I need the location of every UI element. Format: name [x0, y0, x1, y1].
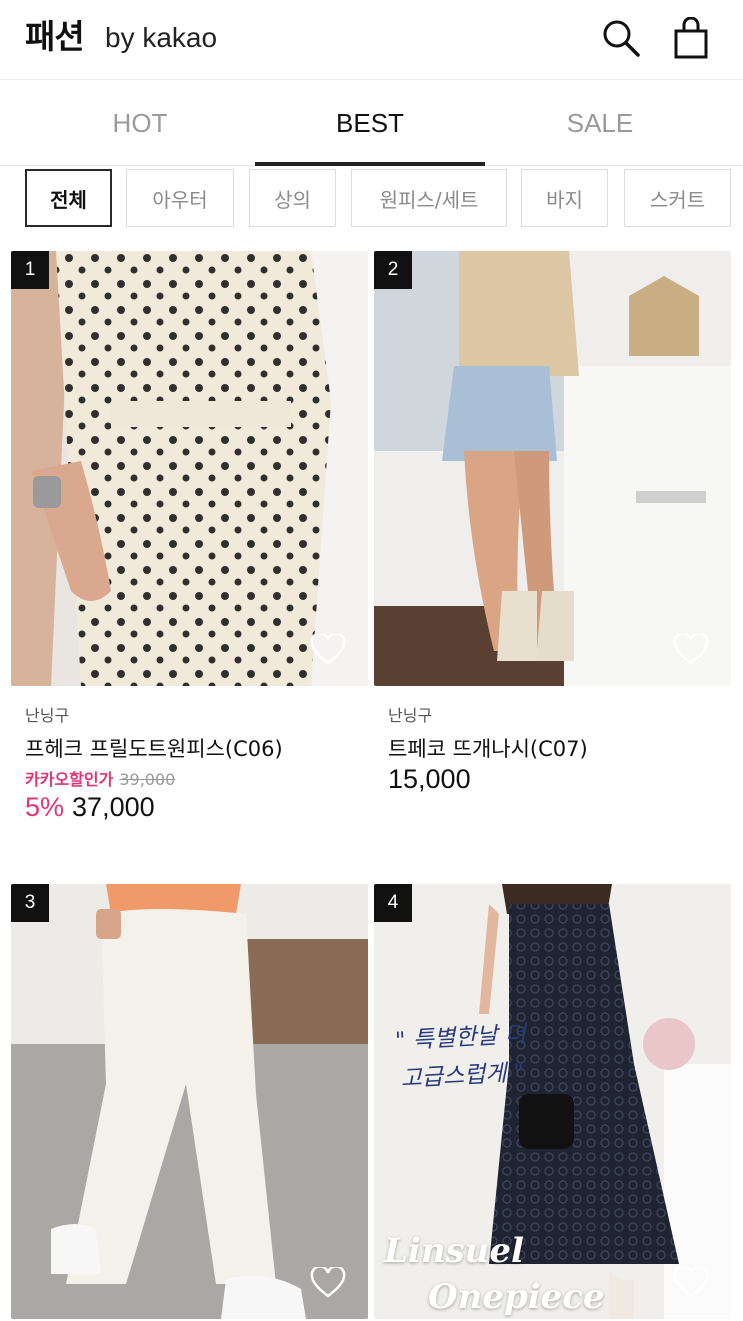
promo-text: 카카오할인가	[25, 770, 114, 789]
heart-icon[interactable]	[310, 632, 346, 666]
product-name[interactable]: 프헤크 프릴도트원피스(C06)	[25, 733, 283, 763]
tab-sale[interactable]: SALE	[485, 108, 715, 139]
shopping-bag-icon[interactable]	[670, 16, 712, 60]
discount-rate: 5%	[25, 792, 65, 822]
sale-price: 15,000	[388, 764, 471, 794]
category-chip-dresses[interactable]: 원피스/세트	[351, 169, 507, 227]
product-image[interactable]: 2	[374, 251, 731, 686]
product-image[interactable]: " 특별한날 더 고급스럽게 " Linsuel Onepiece 4	[374, 884, 731, 1319]
rank-badge: 3	[11, 884, 49, 922]
photo-script-title: Linsuel Onepiece	[384, 1228, 605, 1319]
product-image[interactable]: 1	[11, 251, 368, 686]
logo-sub: by kakao	[105, 22, 218, 53]
search-icon[interactable]	[600, 16, 642, 60]
brand-name: 난닝구	[25, 706, 70, 725]
product-image[interactable]: 3	[11, 884, 368, 1319]
category-chip-all[interactable]: 전체	[25, 169, 112, 227]
heart-icon[interactable]	[673, 1265, 709, 1299]
heart-icon[interactable]	[673, 632, 709, 666]
photo-title-line-2: Onepiece	[428, 1277, 605, 1317]
category-chip-skirts[interactable]: 스커트	[624, 169, 731, 227]
app-header: 패션 by kakao	[0, 0, 743, 80]
rank-badge: 1	[11, 251, 49, 289]
product-card[interactable]: " 특별한날 더 고급스럽게 " Linsuel Onepiece 4	[374, 884, 731, 1321]
heart-icon[interactable]	[310, 1265, 346, 1299]
product-photo-dotted-dress	[11, 251, 368, 686]
category-filter: 전체 아우터 상의 원피스/세트 바지 스커트	[0, 169, 743, 229]
active-tab-indicator	[255, 162, 485, 166]
tab-best[interactable]: BEST	[255, 108, 485, 139]
product-photo-knit-top	[374, 251, 731, 686]
rank-badge: 2	[374, 251, 412, 289]
photo-title-line-1: Linsuel	[384, 1231, 524, 1271]
promo-label: 카카오할인가 39,000	[25, 766, 175, 790]
category-chip-pants[interactable]: 바지	[521, 169, 608, 227]
category-chip-tops[interactable]: 상의	[249, 169, 336, 227]
brand-name: 난닝구	[388, 706, 433, 725]
tab-hot[interactable]: HOT	[25, 108, 255, 139]
product-name[interactable]: 트페코 뜨개나시(C07)	[388, 733, 588, 763]
product-photo-white-pants	[11, 884, 368, 1319]
tab-bar: HOT BEST SALE	[0, 80, 743, 166]
rank-badge: 4	[374, 884, 412, 922]
product-card[interactable]: 2 난닝구 트페코 뜨개나시(C07) 15,000	[374, 251, 731, 841]
category-chip-outer[interactable]: 아우터	[126, 169, 234, 227]
price-row: 15,000	[388, 764, 471, 795]
product-card[interactable]: 1 난닝구 프헤크 프릴도트원피스(C06) 카카오할인가 39,000 5% 37…	[11, 251, 368, 841]
product-card[interactable]: 3	[11, 884, 368, 1321]
logo-main[interactable]: 패션	[25, 10, 85, 58]
sale-price: 37,000	[72, 792, 155, 822]
price-row: 5% 37,000	[25, 792, 155, 823]
original-price: 39,000	[119, 770, 176, 789]
photo-quote-text: " 특별한날 더 고급스럽게 "	[374, 1014, 551, 1099]
